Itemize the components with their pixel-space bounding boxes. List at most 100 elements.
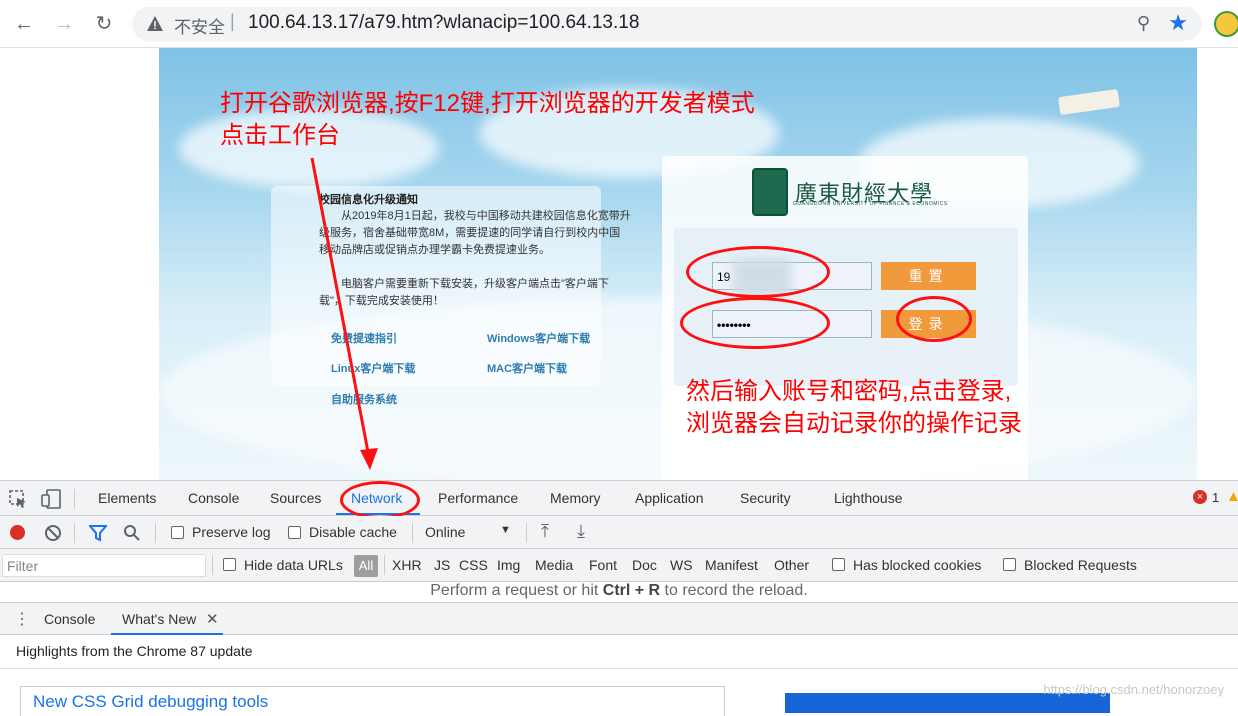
notice-paragraph: 电脑客户需要重新下载安装，升级客户端点击"客户端下载"，下载完成安装使用！ xyxy=(319,278,609,307)
blocked-requests-checkbox[interactable] xyxy=(1003,558,1016,571)
divider xyxy=(384,555,385,575)
throttle-select[interactable]: Online xyxy=(425,524,465,540)
filter-input[interactable]: Filter xyxy=(2,554,206,577)
annotation-step1b: 点击工作台 xyxy=(220,122,340,149)
page-viewport: 校园信息化升级通知 从2019年8月1日起，我校与中国移动共建校园信息化宽带升级… xyxy=(0,48,1238,480)
tab-console[interactable]: Console xyxy=(188,490,239,506)
tab-performance[interactable]: Performance xyxy=(438,490,518,506)
tab-memory[interactable]: Memory xyxy=(550,490,601,506)
warning-icon[interactable]: ▲ xyxy=(1226,488,1238,505)
divider xyxy=(412,523,413,543)
type-filter-ws[interactable]: WS xyxy=(670,557,693,573)
record-hint-prefix: Perform a request or hit xyxy=(430,582,603,599)
browser-toolbar: ← → ↻ 不安全 | 100.64.13.17/a79.htm?wlanaci… xyxy=(0,0,1238,48)
tab-lighthouse[interactable]: Lighthouse xyxy=(834,490,903,506)
search-icon[interactable] xyxy=(123,524,141,542)
type-filter-media[interactable]: Media xyxy=(535,557,573,573)
error-icon[interactable]: × xyxy=(1193,490,1207,504)
divider xyxy=(155,523,156,543)
drawer-tab-whats-new[interactable]: What's New xyxy=(122,611,196,627)
blocked-requests-label: Blocked Requests xyxy=(1024,557,1137,573)
type-filter-font[interactable]: Font xyxy=(589,557,617,573)
disable-cache-label: Disable cache xyxy=(309,524,397,540)
reset-button[interactable]: 重置 xyxy=(881,262,976,290)
link-speedup-guide[interactable]: 免费提速指引 xyxy=(331,330,397,346)
devtools-tabbar: Elements Console Sources Network Perform… xyxy=(0,481,1238,519)
highlight-ellipse xyxy=(340,481,420,519)
type-filter-doc[interactable]: Doc xyxy=(632,557,657,573)
record-hint-keys: Ctrl + R xyxy=(602,582,661,599)
network-filterbar: Filter Hide data URLs All XHR JS CSS Img… xyxy=(0,549,1238,582)
annotation-step2b: 浏览器会自动记录你的操作记录 xyxy=(686,410,1022,437)
feature-link[interactable]: New CSS Grid debugging tools xyxy=(33,692,268,712)
type-filter-other[interactable]: Other xyxy=(774,557,809,573)
highlight-ellipse xyxy=(896,296,972,342)
tab-elements[interactable]: Elements xyxy=(98,490,156,506)
link-self-service[interactable]: 自助服务系统 xyxy=(331,391,397,407)
import-har-icon[interactable]: ⤒ xyxy=(541,521,549,542)
type-filter-css[interactable]: CSS xyxy=(459,557,488,573)
divider: | xyxy=(230,11,235,31)
whats-new-heading: Highlights from the Chrome 87 update xyxy=(16,643,253,659)
error-count[interactable]: 1 xyxy=(1212,490,1219,505)
annotation-step1: 打开谷歌浏览器,按F12键,打开浏览器的开发者模式 xyxy=(220,90,755,117)
divider xyxy=(74,523,75,543)
university-logo xyxy=(752,168,788,216)
record-icon[interactable] xyxy=(10,525,25,540)
divider xyxy=(74,489,75,509)
key-icon[interactable]: ⚲ xyxy=(1137,13,1150,34)
type-filter-img[interactable]: Img xyxy=(497,557,520,573)
notice-paragraph: 从2019年8月1日起，我校与中国移动共建校园信息化宽带升级服务，宿舍基础带宽8… xyxy=(319,210,631,256)
devtools-panel: Elements Console Sources Network Perform… xyxy=(0,480,1238,716)
bookmark-star-icon[interactable]: ★ xyxy=(1168,10,1188,36)
drawer-tabbar: ⋮ Console What's New ✕ xyxy=(0,602,1238,635)
inspect-element-icon[interactable] xyxy=(8,489,28,509)
device-toolbar-icon[interactable] xyxy=(40,489,62,509)
type-filter-xhr[interactable]: XHR xyxy=(392,557,422,573)
type-filter-js[interactable]: JS xyxy=(434,557,450,573)
tab-sources[interactable]: Sources xyxy=(270,490,321,506)
blocked-cookies-checkbox[interactable] xyxy=(832,558,845,571)
network-toolbar: Preserve log Disable cache Online ▼ ⤒ ⤓ xyxy=(0,516,1238,549)
link-linux-client[interactable]: Linux客户端下载 xyxy=(331,360,415,376)
url-text[interactable]: 100.64.13.17/a79.htm?wlanacip=100.64.13.… xyxy=(248,12,639,34)
drawer-tab-console[interactable]: Console xyxy=(44,611,95,627)
active-drawer-indicator xyxy=(111,633,223,635)
record-hint-suffix: to record the reload. xyxy=(660,582,808,599)
watermark: https://blog.csdn.net/honorzoey xyxy=(1043,682,1224,697)
annotation-step2: 然后输入账号和密码,点击登录, xyxy=(686,378,1012,405)
address-bar[interactable]: 不安全 | 100.64.13.17/a79.htm?wlanacip=100.… xyxy=(132,7,1202,41)
warning-icon xyxy=(147,16,163,31)
highlight-ellipse xyxy=(680,297,830,349)
clear-icon[interactable] xyxy=(44,524,62,542)
reload-icon[interactable]: ↻ xyxy=(90,10,118,38)
type-filter-manifest[interactable]: Manifest xyxy=(705,557,758,573)
divider xyxy=(526,523,527,543)
chevron-down-icon[interactable]: ▼ xyxy=(500,524,511,536)
type-filter-all[interactable]: All xyxy=(354,555,378,577)
export-har-icon[interactable]: ⤓ xyxy=(577,521,585,542)
preserve-log-label: Preserve log xyxy=(192,524,271,540)
insecure-label: 不安全 xyxy=(174,18,225,37)
highlight-ellipse xyxy=(686,246,830,298)
tab-application[interactable]: Application xyxy=(635,490,704,506)
link-mac-client[interactable]: MAC客户端下载 xyxy=(487,360,567,376)
extension-icon[interactable] xyxy=(1214,11,1238,37)
feature-card: New CSS Grid debugging tools xyxy=(20,686,725,716)
disable-cache-checkbox[interactable] xyxy=(288,526,301,539)
link-windows-client[interactable]: Windows客户端下载 xyxy=(487,330,590,346)
drawer-menu-icon[interactable]: ⋮ xyxy=(14,609,30,629)
divider xyxy=(0,668,1238,669)
book-icon xyxy=(1058,88,1120,116)
forward-icon[interactable]: → xyxy=(50,10,78,38)
hide-data-urls-label: Hide data URLs xyxy=(244,557,343,573)
hide-data-urls-checkbox[interactable] xyxy=(223,558,236,571)
tab-security[interactable]: Security xyxy=(740,490,791,506)
record-hint: Perform a request or hit Ctrl + R to rec… xyxy=(0,582,1238,602)
preserve-log-checkbox[interactable] xyxy=(171,526,184,539)
filter-icon[interactable] xyxy=(89,524,107,542)
notice-title: 校园信息化升级通知 xyxy=(319,194,418,206)
back-icon[interactable]: ← xyxy=(10,10,38,38)
close-icon[interactable]: ✕ xyxy=(206,610,219,628)
university-subtitle: GUANGDONG UNIVERSITY OF FINANCE & ECONOM… xyxy=(793,201,948,207)
